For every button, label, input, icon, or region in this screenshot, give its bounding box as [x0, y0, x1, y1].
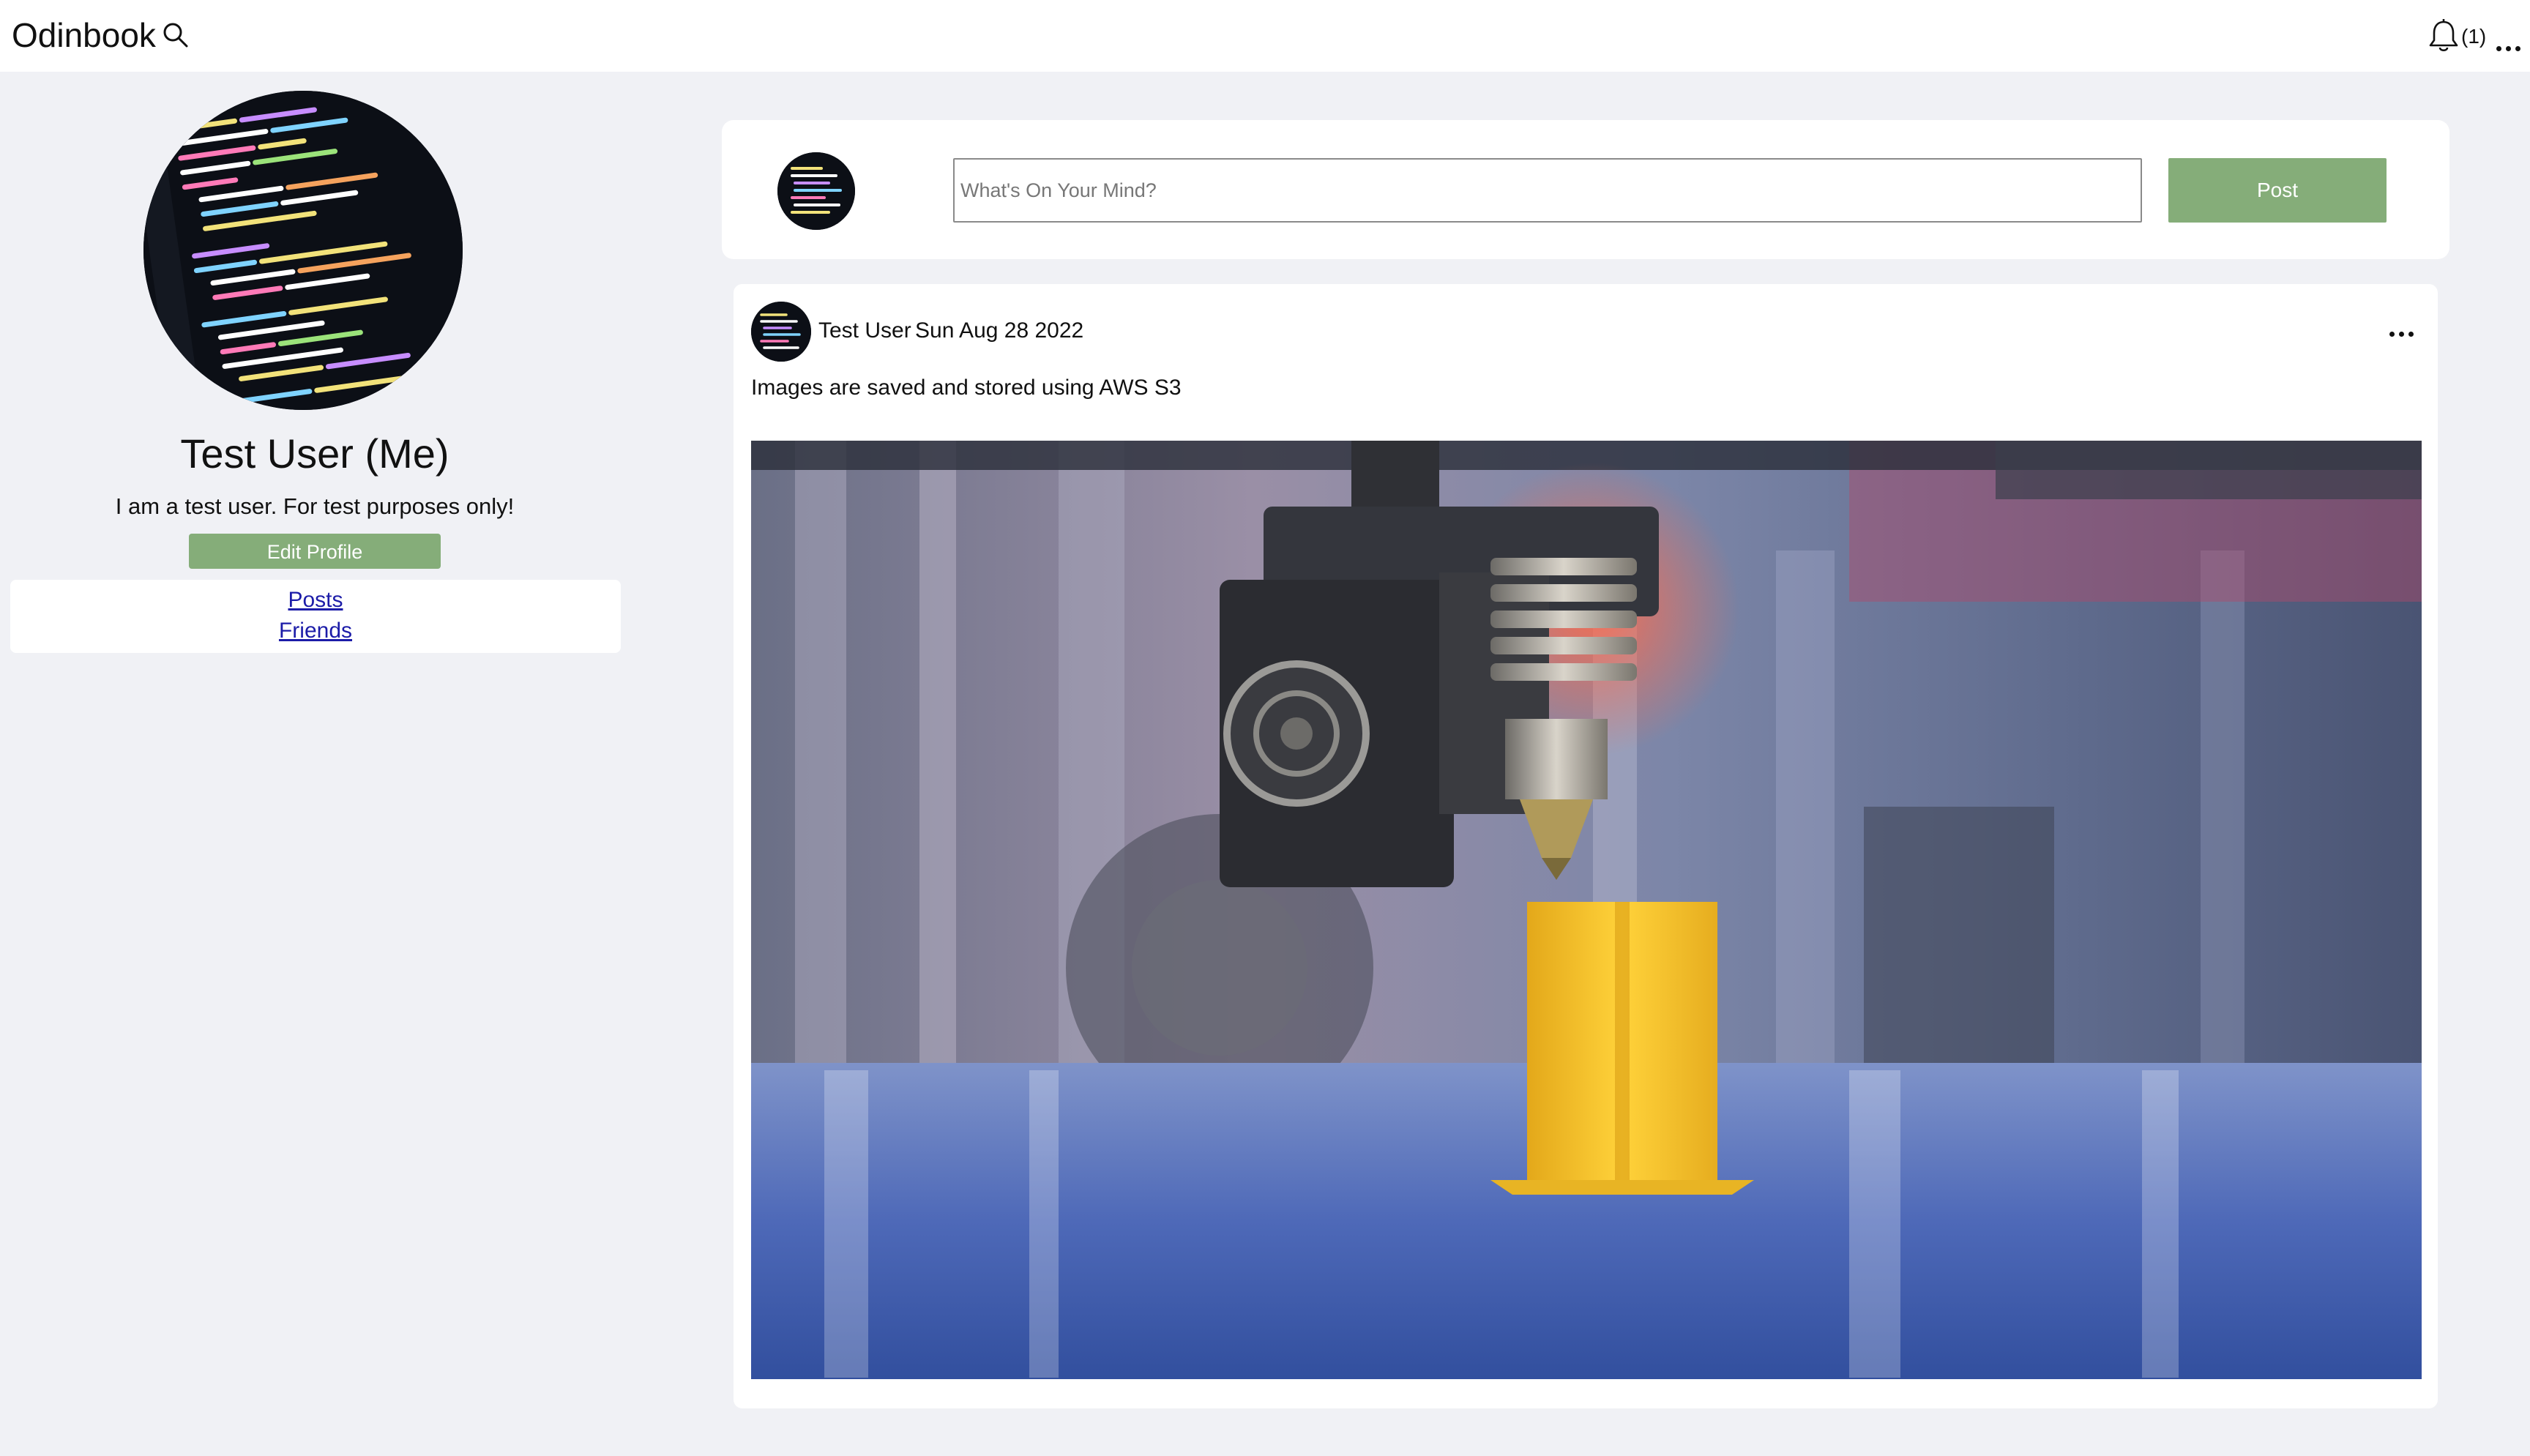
post-text: Images are saved and stored using AWS S3 [751, 376, 1182, 400]
profile-links-panel: Posts Friends [10, 580, 621, 653]
post-options-dots-icon[interactable] [2389, 319, 2416, 341]
profile-avatar [143, 91, 463, 410]
search-icon[interactable] [161, 20, 190, 50]
whats-on-your-mind-input[interactable] [953, 158, 2142, 223]
profile-name: Test User (Me) [180, 430, 449, 477]
post-composer: Post [722, 120, 2449, 259]
post-author-name[interactable]: Test User [818, 316, 911, 346]
friends-link[interactable]: Friends [10, 616, 621, 646]
profile-bio: I am a test user. For test purposes only… [115, 493, 515, 519]
bell-icon[interactable] [2427, 18, 2460, 54]
3d-printer-photo [751, 441, 2422, 1379]
composer-avatar [777, 152, 855, 230]
post-image [751, 441, 2422, 1379]
post-date: Sun Aug 28 2022 [915, 318, 1084, 343]
top-navigation-bar: Odinbook (1) [0, 0, 2530, 72]
code-screen-image [143, 91, 463, 410]
post-author-avatar[interactable] [751, 302, 811, 362]
post-card: Test User Sun Aug 28 2022 Images are sav… [734, 284, 2438, 1408]
notification-count-badge[interactable]: (1) [2461, 22, 2486, 51]
post-button[interactable]: Post [2168, 158, 2387, 223]
edit-profile-button[interactable]: Edit Profile [189, 534, 441, 569]
app-logo[interactable]: Odinbook [12, 12, 156, 59]
posts-link[interactable]: Posts [10, 586, 621, 615]
more-dots-icon[interactable] [2496, 26, 2521, 56]
